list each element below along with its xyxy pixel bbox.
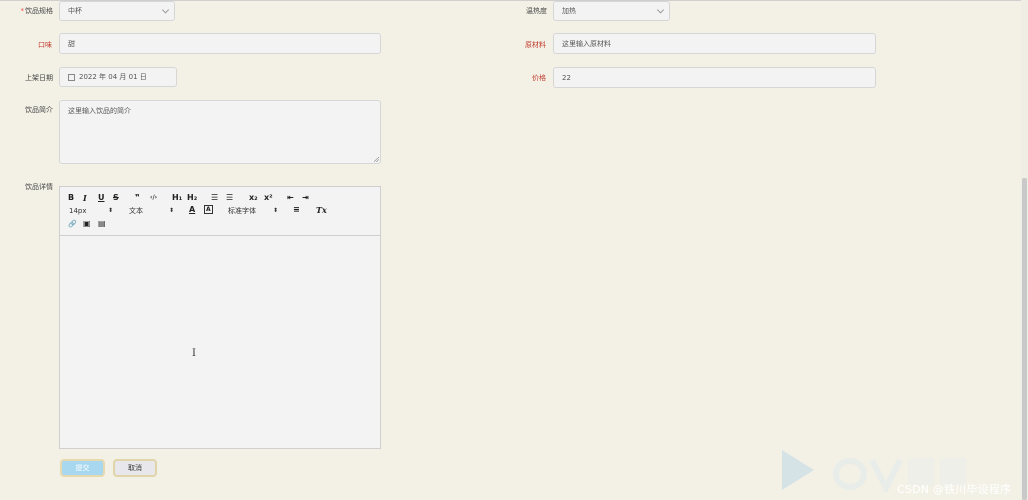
h1-button[interactable]: H₁ [172,193,182,203]
chevron-down-icon [161,6,170,14]
rich-text-editor: B I U S ❞ ‹/› H₁ H₂ ☰ ☰ x₂ x² ⇤ ⇥ 14px ⬍… [59,186,381,449]
resize-handle-icon[interactable] [374,157,379,162]
price-label: 价格 [532,74,546,82]
editor-content-area[interactable] [60,235,380,449]
material-input-placeholder: 这里输入原材料 [562,39,611,48]
intro-textarea[interactable]: 这里输入饮品的简介 [59,100,381,164]
taste-input-value: 甜 [68,39,75,48]
bullet-list-button[interactable]: ☰ [226,193,233,203]
link-icon[interactable]: 🔗 [68,219,77,229]
submit-button[interactable]: 提交 [60,459,105,477]
material-label: 原材料 [525,41,546,49]
h2-button[interactable]: H₂ [187,193,197,203]
watermark-text: CSDN @铁川毕设程序 [897,483,1012,496]
scrollbar-thumb[interactable] [1022,178,1027,500]
calendar-icon [68,73,75,81]
code-button[interactable]: ‹/› [150,193,157,203]
intro-label: 饮品简介 [25,106,53,114]
block-format-select[interactable]: 文本 [129,206,143,216]
chevron-down-icon [656,6,665,14]
font-size-select[interactable]: 14px [69,206,87,216]
cancel-button[interactable]: 取消 [113,459,157,477]
superscript-button[interactable]: x² [264,193,273,203]
required-mark: * [20,7,25,15]
price-input[interactable]: 22 [553,67,876,88]
subscript-button[interactable]: x₂ [249,193,258,203]
updown-arrows-icon: ⬍ [169,207,175,214]
italic-button[interactable]: I [83,193,87,203]
bold-button[interactable]: B [68,193,74,203]
blockquote-button[interactable]: ❞ [135,193,140,203]
align-icon[interactable]: ≡ [293,205,300,215]
text-cursor-icon: I [192,348,196,359]
spec-label: *饮品规格 [0,6,54,16]
updown-arrows-icon: ⬍ [273,207,279,214]
video-icon[interactable]: ▤ [98,219,106,229]
strike-button[interactable]: S [113,193,119,203]
temp-select-value: 加热 [562,7,576,15]
date-input-value: 2022 年 04 月 01 日 [79,73,147,81]
editor-toolbar: B I U S ❞ ‹/› H₁ H₂ ☰ ☰ x₂ x² ⇤ ⇥ 14px ⬍… [60,187,380,236]
outdent-button[interactable]: ⇤ [287,193,294,203]
taste-label: 口味 [38,41,52,49]
background-color-icon[interactable]: A [204,205,213,214]
material-input[interactable]: 这里输入原材料 [553,33,876,54]
image-icon[interactable]: ▣ [83,219,91,229]
indent-button[interactable]: ⇥ [302,193,309,203]
clear-format-icon[interactable]: Tx [316,205,327,215]
date-input[interactable]: 2022 年 04 月 01 日 [59,67,177,87]
ordered-list-button[interactable]: ☰ [211,193,218,203]
taste-input[interactable]: 甜 [59,33,381,54]
intro-textarea-placeholder: 这里输入饮品的简介 [68,107,131,115]
price-input-value: 22 [562,73,571,82]
detail-label: 饮品详情 [25,183,53,191]
font-color-icon[interactable]: A [189,205,195,215]
spec-label-text: 饮品规格 [25,7,53,15]
spec-select-value: 中杯 [68,7,82,15]
date-label: 上架日期 [25,74,53,82]
updown-arrows-icon: ⬍ [108,207,114,214]
temp-select[interactable]: 加热 [553,1,670,21]
spec-select[interactable]: 中杯 [59,1,175,21]
temp-label: 温热度 [526,7,547,15]
underline-button[interactable]: U [98,193,105,203]
font-family-select[interactable]: 标准字体 [228,206,256,216]
